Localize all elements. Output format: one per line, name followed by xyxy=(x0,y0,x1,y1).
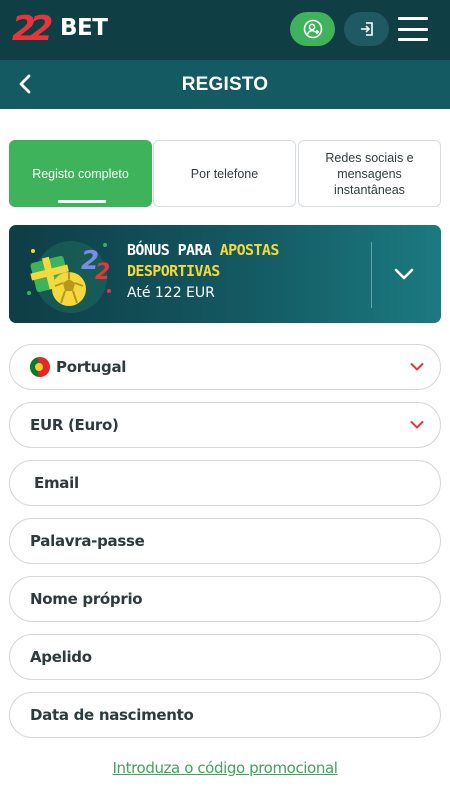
bonus-banner[interactable]: 2 2 BÓNUS PARA APOSTAS DESPORTIVAS Até 1… xyxy=(9,225,441,323)
password-placeholder: Palavra-passe xyxy=(30,532,145,550)
birth-date-placeholder: Data de nascimento xyxy=(30,706,194,724)
logo[interactable]: 22 BET xyxy=(12,9,120,51)
tab-label: Registo completo xyxy=(32,166,129,181)
register-profile-button[interactable] xyxy=(290,12,335,46)
currency-value: EUR (Euro) xyxy=(30,416,119,434)
page-title: REGISTO xyxy=(181,74,269,95)
login-button[interactable] xyxy=(344,12,389,46)
tab-label: Redes sociais e mensagens instantâneas xyxy=(325,150,414,197)
bonus-title-yellow: APOSTAS xyxy=(219,241,280,259)
promo-code-link[interactable]: Introduza o código promocional xyxy=(0,759,450,777)
email-field[interactable]: Email xyxy=(9,460,441,506)
menu-line xyxy=(398,38,428,41)
first-name-field[interactable]: Nome próprio xyxy=(9,576,441,622)
user-plus-icon xyxy=(303,19,322,39)
currency-select[interactable]: EUR (Euro) xyxy=(9,402,441,448)
hamburger-menu-icon[interactable] xyxy=(398,16,428,42)
logo-text: BET xyxy=(60,15,108,41)
chevron-down-icon xyxy=(410,421,424,429)
bonus-text: BÓNUS PARA APOSTAS DESPORTIVAS Até 122 E… xyxy=(127,240,367,301)
logo-number: 22 xyxy=(12,9,53,49)
password-field[interactable]: Palavra-passe xyxy=(9,518,441,564)
flag-emblem xyxy=(35,363,43,371)
chevron-down-icon xyxy=(410,363,424,371)
country-select[interactable]: Portugal xyxy=(9,344,441,390)
bonus-amount: Até 122 EUR xyxy=(127,285,215,301)
menu-line xyxy=(398,17,428,20)
title-bar: REGISTO xyxy=(0,60,450,109)
bonus-title-line-1: BÓNUS PARA APOSTAS xyxy=(127,240,367,261)
birth-date-field[interactable]: Data de nascimento xyxy=(9,692,441,738)
country-value: Portugal xyxy=(56,358,127,376)
last-name-placeholder: Apelido xyxy=(30,648,92,666)
bonus-title-line-2: DESPORTIVAS xyxy=(127,262,220,280)
top-bar: 22 BET xyxy=(0,0,450,60)
chevron-down-icon[interactable] xyxy=(393,263,415,285)
svg-text:2: 2 xyxy=(95,260,110,285)
last-name-field[interactable]: Apelido xyxy=(9,634,441,680)
bonus-gift-icon: 2 2 xyxy=(27,241,111,313)
email-placeholder: Email xyxy=(34,474,79,492)
first-name-placeholder: Nome próprio xyxy=(30,590,143,608)
sign-in-icon xyxy=(360,22,373,36)
tab-social-networks[interactable]: Redes sociais e mensagens instantâneas xyxy=(298,140,441,207)
bonus-divider xyxy=(371,242,372,308)
active-tab-indicator xyxy=(58,200,106,203)
portugal-flag-icon xyxy=(30,357,50,377)
bonus-title-white: BÓNUS PARA xyxy=(127,241,212,259)
menu-line xyxy=(398,27,428,31)
tab-full-registration[interactable]: Registo completo xyxy=(9,140,152,207)
tab-label: Por telefone xyxy=(190,166,259,181)
tab-by-phone[interactable]: Por telefone xyxy=(153,140,296,207)
